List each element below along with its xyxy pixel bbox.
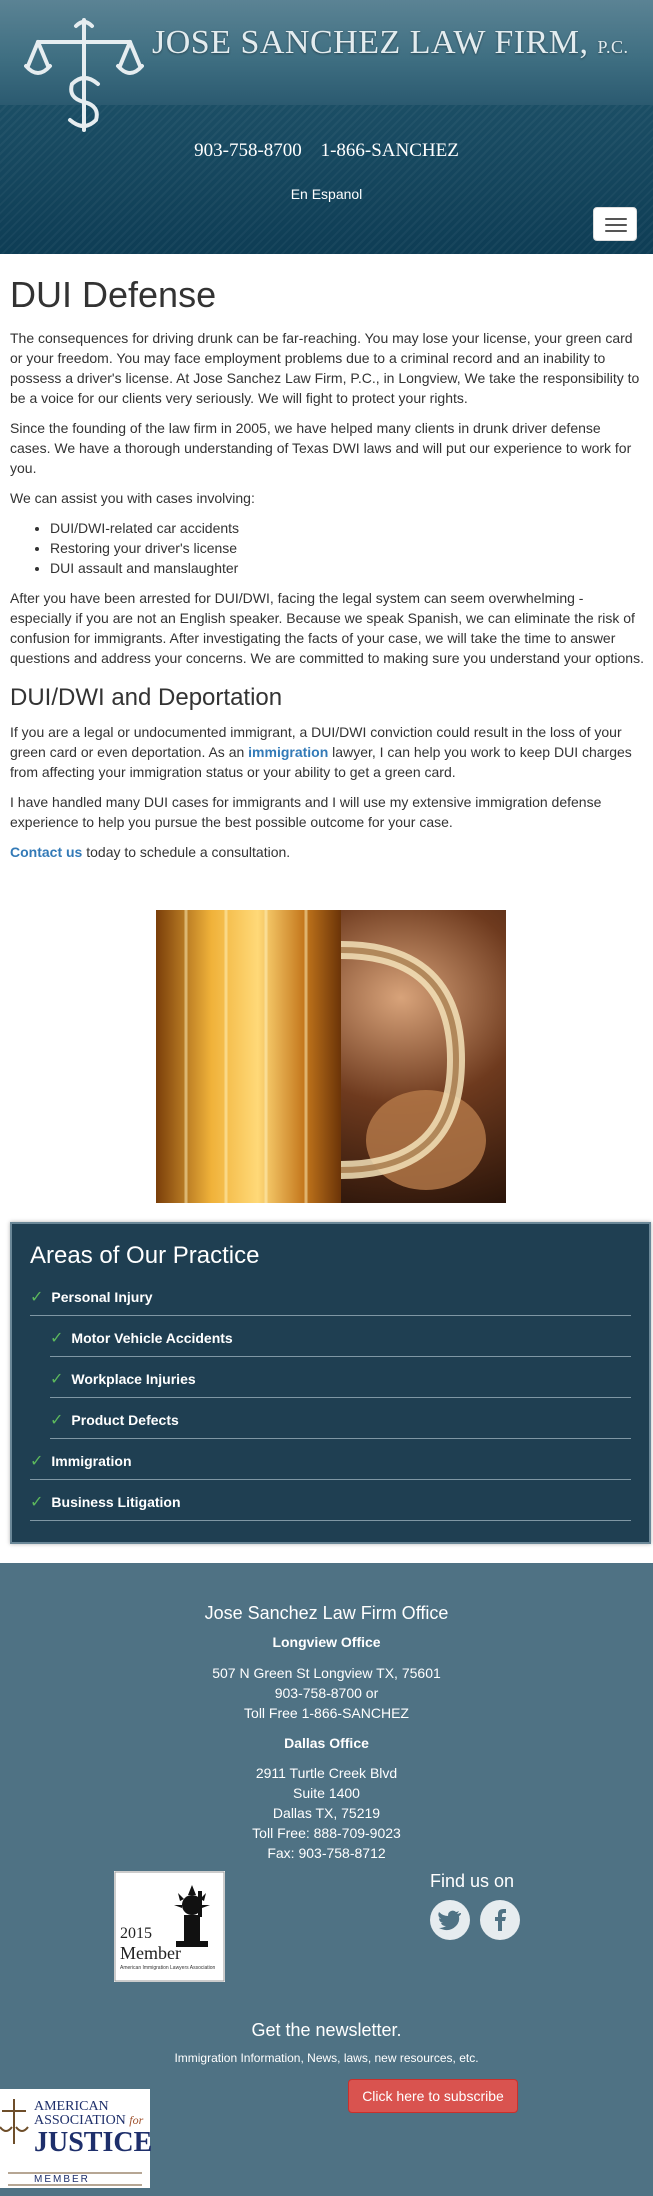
menu-toggle-button[interactable] [593, 207, 637, 241]
newsletter-subtitle: Immigration Information, News, laws, new… [174, 2051, 479, 2065]
list-item: DUI/DWI-related car accidents [50, 518, 645, 538]
site-header: JOSE SANCHEZ LAW FIRM, P.C. 903-758-8700… [0, 0, 653, 254]
espanol-link[interactable]: En Espanol [0, 186, 653, 202]
history-paragraph: Since the founding of the law firm in 20… [10, 420, 632, 476]
practice-item-immigration[interactable]: ✓ Immigration [30, 1438, 631, 1480]
main-content: DUI Defense The consequences for driving… [10, 262, 645, 872]
aaj-member-logo[interactable]: AMERICAN ASSOCIATION for JUSTICE MEMBER [0, 2089, 153, 2188]
checkmark-icon: ✓ [50, 1371, 64, 1388]
arrest-paragraph: After you have been arrested for DUI/DWI… [10, 590, 644, 666]
badge-org: American Immigration Lawyers Association [120, 1965, 216, 1971]
beer-mug-photo [156, 910, 506, 1203]
subscribe-button[interactable]: Click here to subscribe [348, 2079, 518, 2113]
phone-tollfree-link[interactable]: 1-866-SANCHEZ [321, 140, 459, 161]
contact-paragraph: Contact us today to schedule a consultat… [10, 844, 291, 860]
dallas-office-label: Dallas Office [284, 1735, 369, 1751]
case-list: DUI/DWI-related car accidents Restoring … [10, 518, 645, 578]
practice-item-workplace[interactable]: ✓ Workplace Injuries [50, 1356, 631, 1398]
firm-name-text: JOSE SANCHEZ LAW FIRM [152, 24, 580, 61]
longview-address: 507 N Green St Longview TX, 75601 [212, 1665, 441, 1681]
aaj-member: MEMBER [34, 2174, 90, 2185]
list-item: DUI assault and manslaughter [50, 558, 645, 578]
find-us-label: Find us on [430, 1871, 515, 1891]
longview-phone[interactable]: 903-758-8700 or [0, 1685, 653, 1701]
immigration-link[interactable]: immigration [248, 744, 328, 760]
practice-item-personal-injury[interactable]: ✓ Personal Injury [30, 1274, 631, 1316]
badge-year: 2015 [120, 1925, 152, 1942]
phone-local-link[interactable]: 903-758-8700 [194, 140, 302, 161]
checkmark-icon: ✓ [50, 1330, 64, 1347]
firm-name-heading[interactable]: JOSE SANCHEZ LAW FIRM, P.C. [152, 24, 629, 62]
scales-of-justice-logo[interactable] [24, 14, 144, 136]
cases-intro: We can assist you with cases involving: [10, 490, 255, 506]
dallas-fax: Fax: 903-758-8712 [267, 1845, 386, 1861]
dallas-tollfree[interactable]: Toll Free: 888-709-9023 [0, 1825, 653, 1841]
phone-numbers: 903-758-8700 1-866-SANCHEZ [0, 140, 653, 162]
experience-paragraph: I have handled many DUI cases for immigr… [10, 794, 602, 830]
aaj-line3: JUSTICE [34, 2127, 153, 2158]
longview-office-label: Longview Office [272, 1634, 381, 1650]
practice-item-product-defects[interactable]: ✓ Product Defects [50, 1397, 631, 1439]
checkmark-icon: ✓ [50, 1412, 64, 1429]
aila-member-badge[interactable]: 2015 Member American Immigration Lawyers… [114, 1871, 225, 1982]
footer-title: Jose Sanchez Law Firm Office [204, 1603, 449, 1623]
list-item: Restoring your driver's license [50, 538, 645, 558]
firm-suffix-text: P.C. [597, 37, 629, 57]
practice-areas-title: Areas of Our Practice [30, 1242, 260, 1269]
immigrant-paragraph: If you are a legal or undocumented immig… [10, 724, 632, 780]
newsletter-title: Get the newsletter. [251, 2020, 402, 2040]
beer-mug-illustration [156, 910, 506, 1203]
section-heading: DUI/DWI and Deportation [10, 684, 283, 711]
twitter-icon[interactable] [430, 1900, 470, 1940]
checkmark-icon: ✓ [30, 1453, 44, 1470]
checkmark-icon: ✓ [30, 1494, 44, 1511]
longview-tollfree[interactable]: Toll Free 1-866-SANCHEZ [0, 1705, 653, 1721]
dallas-suite: Suite 1400 [293, 1785, 360, 1801]
hamburger-icon [605, 218, 627, 220]
dallas-city: Dallas TX, 75219 [272, 1805, 381, 1821]
intro-paragraph: The consequences for driving drunk can b… [10, 330, 640, 406]
contact-us-link[interactable]: Contact us [10, 844, 82, 860]
dallas-street: 2911 Turtle Creek Blvd [255, 1765, 398, 1781]
facebook-icon[interactable] [480, 1900, 520, 1940]
badge-member: Member [120, 1943, 181, 1963]
page-title: DUI Defense [10, 274, 217, 315]
checkmark-icon: ✓ [30, 1289, 44, 1306]
practice-item-motor-vehicle[interactable]: ✓ Motor Vehicle Accidents [50, 1315, 631, 1357]
practice-item-business-litigation[interactable]: ✓ Business Litigation [30, 1479, 631, 1521]
practice-areas-panel: Areas of Our Practice ✓ Personal Injury ✓… [10, 1222, 651, 1544]
